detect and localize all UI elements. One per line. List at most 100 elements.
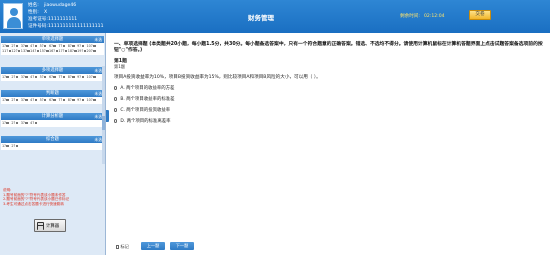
radio-icon[interactable] xyxy=(114,97,118,101)
status-box-icon xyxy=(72,44,75,47)
question-link[interactable]: 20? xyxy=(87,49,96,54)
radio-icon[interactable] xyxy=(114,86,118,90)
status-box-icon xyxy=(34,44,38,47)
status-box-icon xyxy=(15,44,19,47)
status-box-icon xyxy=(25,44,28,47)
question-link[interactable]: 9? xyxy=(77,98,86,103)
question-link[interactable]: 7? xyxy=(58,98,67,103)
countdown-timer: 剩余时间: 02:12:04 xyxy=(400,14,445,19)
question-link[interactable]: 8? xyxy=(68,98,77,103)
status-box-icon xyxy=(93,44,96,47)
section-status: 未选 xyxy=(94,68,102,73)
sidebar-scrollbar[interactable] xyxy=(102,66,105,164)
status-box-icon xyxy=(6,144,9,147)
section-header[interactable]: 判断题 未选 xyxy=(1,90,104,97)
question-link[interactable]: 1? xyxy=(2,98,11,103)
radio-icon[interactable] xyxy=(114,119,118,123)
submit-exam-button[interactable]: 交卷 xyxy=(469,10,491,20)
section-status: 未选 xyxy=(94,137,102,142)
question-link[interactable]: 2? xyxy=(11,75,20,80)
question-link[interactable]: 18? xyxy=(68,49,77,54)
question-link[interactable]: 3? xyxy=(21,98,30,103)
section-header[interactable]: 综合题 未选 xyxy=(1,136,104,143)
calculator-button[interactable]: 计算器 xyxy=(34,219,66,232)
status-box-icon xyxy=(34,121,38,124)
checkbox-icon[interactable] xyxy=(116,245,120,249)
status-box-icon xyxy=(81,44,84,47)
question-link[interactable]: 4? xyxy=(30,75,39,80)
section-name: 综合题 xyxy=(46,137,59,142)
answer-section-2: 多项选择题 未选 1? 2? 3? 4? 5? 6? 7? 8? 9? 10? xyxy=(1,67,104,81)
status-box-icon xyxy=(44,75,47,78)
question-link[interactable]: 14? xyxy=(30,49,40,54)
question-link[interactable]: 11? xyxy=(2,49,12,54)
question-area: 一、单项选择题 (本类题共20小题，每小题1.5分，共30分。每小题备选答案中，… xyxy=(110,33,550,255)
status-box-icon xyxy=(6,121,9,124)
question-link[interactable]: 17? xyxy=(58,49,68,54)
status-box-icon xyxy=(93,75,96,78)
question-link[interactable]: 13? xyxy=(21,49,30,54)
question-link[interactable]: 10? xyxy=(87,75,96,80)
mark-question-checkbox[interactable]: 标记 xyxy=(116,244,129,250)
question-link[interactable]: 2? xyxy=(11,144,20,149)
question-grid: 1? 2? 3? 4? 5? 6? 7? 8? 9? 10? 11? 12? 13? 14? 15? 16? 1… xyxy=(1,43,104,55)
status-box-icon xyxy=(62,44,66,47)
radio-icon[interactable] xyxy=(114,108,118,112)
question-number-sub: 第1题 xyxy=(114,64,126,69)
previous-question-button[interactable]: 上一题 xyxy=(141,242,165,250)
calculator-icon xyxy=(37,222,44,230)
status-box-icon xyxy=(62,98,66,101)
section-name: 多项选择题 xyxy=(41,68,64,73)
status-box-icon xyxy=(6,75,9,78)
id-number: 证件号码:1111111111111111111 xyxy=(28,24,104,29)
question-link[interactable]: 6? xyxy=(49,98,58,103)
question-link[interactable]: 1? xyxy=(2,144,11,149)
question-link[interactable]: 3? xyxy=(21,121,30,126)
option-a[interactable]: A. 两个项目的收益率的方差 xyxy=(114,85,174,91)
next-question-button[interactable]: 下一题 xyxy=(170,242,194,250)
status-box-icon xyxy=(53,75,56,78)
question-link[interactable]: 4? xyxy=(30,98,39,103)
admission-number: 准考证号:1111111111 xyxy=(28,17,78,22)
section-name: 单项选择题 xyxy=(41,37,64,42)
question-link[interactable]: 16? xyxy=(49,49,58,54)
instructions-notes: 说明: 1.题号前面的"?"符号代表该小题未作答 2.题号前面的"?"符号代表该… xyxy=(3,188,70,206)
status-box-icon xyxy=(25,98,28,101)
question-link[interactable]: 3? xyxy=(21,75,30,80)
top-header: 姓名: jiaowudage46 性别: X 准考证号:1111111111 证件号… xyxy=(0,0,550,33)
sidebar-collapse-handle[interactable] xyxy=(106,110,109,122)
section-instruction: 一、单项选择题 (本类题共20小题，每小题1.5分，共30分。每小题备选答案中，… xyxy=(114,42,543,54)
question-link[interactable]: 5? xyxy=(40,98,49,103)
answer-section-3: 判断题 未选 1? 2? 3? 4? 5? 6? 7? 8? 9? 10? xyxy=(1,90,104,104)
question-link[interactable]: 8? xyxy=(68,75,77,80)
section-header[interactable]: 多项选择题 未选 xyxy=(1,67,104,74)
status-box-icon xyxy=(6,44,9,47)
question-link[interactable]: 2? xyxy=(11,98,20,103)
question-link[interactable]: 5? xyxy=(40,75,49,80)
status-box-icon xyxy=(53,44,56,47)
section-header[interactable]: 计算分析题 未选 xyxy=(1,113,104,120)
question-link[interactable]: 10? xyxy=(87,98,96,103)
section-header[interactable]: 单项选择题 未选 xyxy=(1,36,104,43)
option-b[interactable]: B. 两个项目收益率的标准差 xyxy=(114,96,175,102)
app-title: 财务管理 xyxy=(248,14,274,22)
question-link[interactable]: 7? xyxy=(58,75,67,80)
answer-section-5: 综合题 未选 1? 2? xyxy=(1,136,104,150)
question-link[interactable]: 1? xyxy=(2,121,11,126)
question-link[interactable]: 1? xyxy=(2,75,11,80)
question-grid: 1? 2? xyxy=(1,143,104,150)
question-link[interactable]: 4? xyxy=(30,121,39,126)
question-link[interactable]: 12? xyxy=(11,49,21,54)
status-box-icon xyxy=(44,98,47,101)
status-box-icon xyxy=(25,75,28,78)
question-link[interactable]: 19? xyxy=(77,49,87,54)
option-c[interactable]: C. 两个项目的投资收益率 xyxy=(114,107,170,113)
answer-section-4: 计算分析题 未选 1? 2? 3? 4? xyxy=(1,113,104,127)
answer-sheet-panel: 单项选择题 未选 1? 2? 3? 4? 5? 6? 7? 8? 9? 10? 11? 12? 13? 14?… xyxy=(0,33,106,255)
question-link[interactable]: 9? xyxy=(77,75,86,80)
question-link[interactable]: 2? xyxy=(11,121,20,126)
status-box-icon xyxy=(81,75,84,78)
question-link[interactable]: 6? xyxy=(49,75,58,80)
option-d[interactable]: D. 两个项目的标准离差率 xyxy=(114,118,171,124)
question-link[interactable]: 15? xyxy=(40,49,49,54)
